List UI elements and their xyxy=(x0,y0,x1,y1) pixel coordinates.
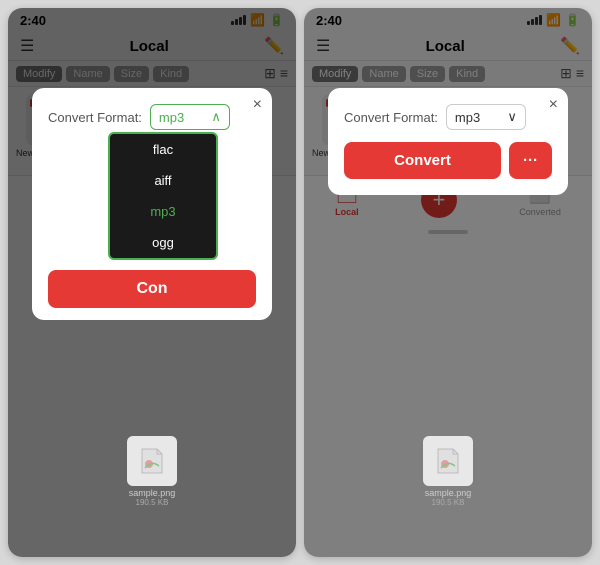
format-label-left: Convert Format: xyxy=(48,110,142,125)
convert-modal-left: × Convert Format: mp3 ∧ flac aiff mp3 og… xyxy=(32,88,272,320)
format-row-left: Convert Format: mp3 ∧ xyxy=(48,104,256,130)
sample-file-right: sample.png 190.5 KB xyxy=(423,436,473,507)
format-label-right: Convert Format: xyxy=(344,110,438,125)
close-button-left[interactable]: × xyxy=(253,96,262,114)
sample-thumb-left xyxy=(127,436,177,486)
chevron-down-icon-right: ∨ xyxy=(507,109,517,125)
format-value-right: mp3 xyxy=(455,110,480,125)
dropdown-item-mp3[interactable]: mp3 xyxy=(110,196,216,227)
convert-button-right[interactable]: Convert xyxy=(344,142,501,179)
sample-thumb-right xyxy=(423,436,473,486)
format-select-left[interactable]: mp3 ∧ xyxy=(150,104,230,130)
sample-size-right: 190.5 KB xyxy=(432,498,465,507)
phone-right: 2:40 📶 🔋 ☰ Local ✏️ Modify Name Size xyxy=(304,8,592,557)
format-dropdown-left[interactable]: flac aiff mp3 ogg xyxy=(108,132,218,260)
more-button-right[interactable]: ··· xyxy=(509,142,552,179)
phone-left: 2:40 📶 🔋 ☰ Local ✏️ Modify Name Size xyxy=(8,8,296,557)
close-button-right[interactable]: × xyxy=(549,96,558,114)
modal-overlay-left: × Convert Format: mp3 ∧ flac aiff mp3 og… xyxy=(8,8,296,557)
sample-name-left: sample.png xyxy=(129,488,176,498)
format-select-right[interactable]: mp3 ∨ xyxy=(446,104,526,130)
dropdown-item-ogg[interactable]: ogg xyxy=(110,227,216,258)
dropdown-item-flac[interactable]: flac xyxy=(110,134,216,165)
modal-overlay-right: × Convert Format: mp3 ∨ Convert ··· xyxy=(304,8,592,557)
sample-size-left: 190.5 KB xyxy=(136,498,169,507)
convert-button-left[interactable]: Con xyxy=(48,270,256,308)
convert-modal-right: × Convert Format: mp3 ∨ Convert ··· xyxy=(328,88,568,195)
sample-file-left: sample.png 190.5 KB xyxy=(127,436,177,507)
modal-buttons-right: Convert ··· xyxy=(344,142,552,179)
format-value-left: mp3 xyxy=(159,110,184,125)
chevron-down-icon: ∧ xyxy=(211,109,221,125)
dropdown-item-aiff[interactable]: aiff xyxy=(110,165,216,196)
sample-name-right: sample.png xyxy=(425,488,472,498)
app-container: 2:40 📶 🔋 ☰ Local ✏️ Modify Name Size xyxy=(0,0,600,565)
format-row-right: Convert Format: mp3 ∨ xyxy=(344,104,552,130)
